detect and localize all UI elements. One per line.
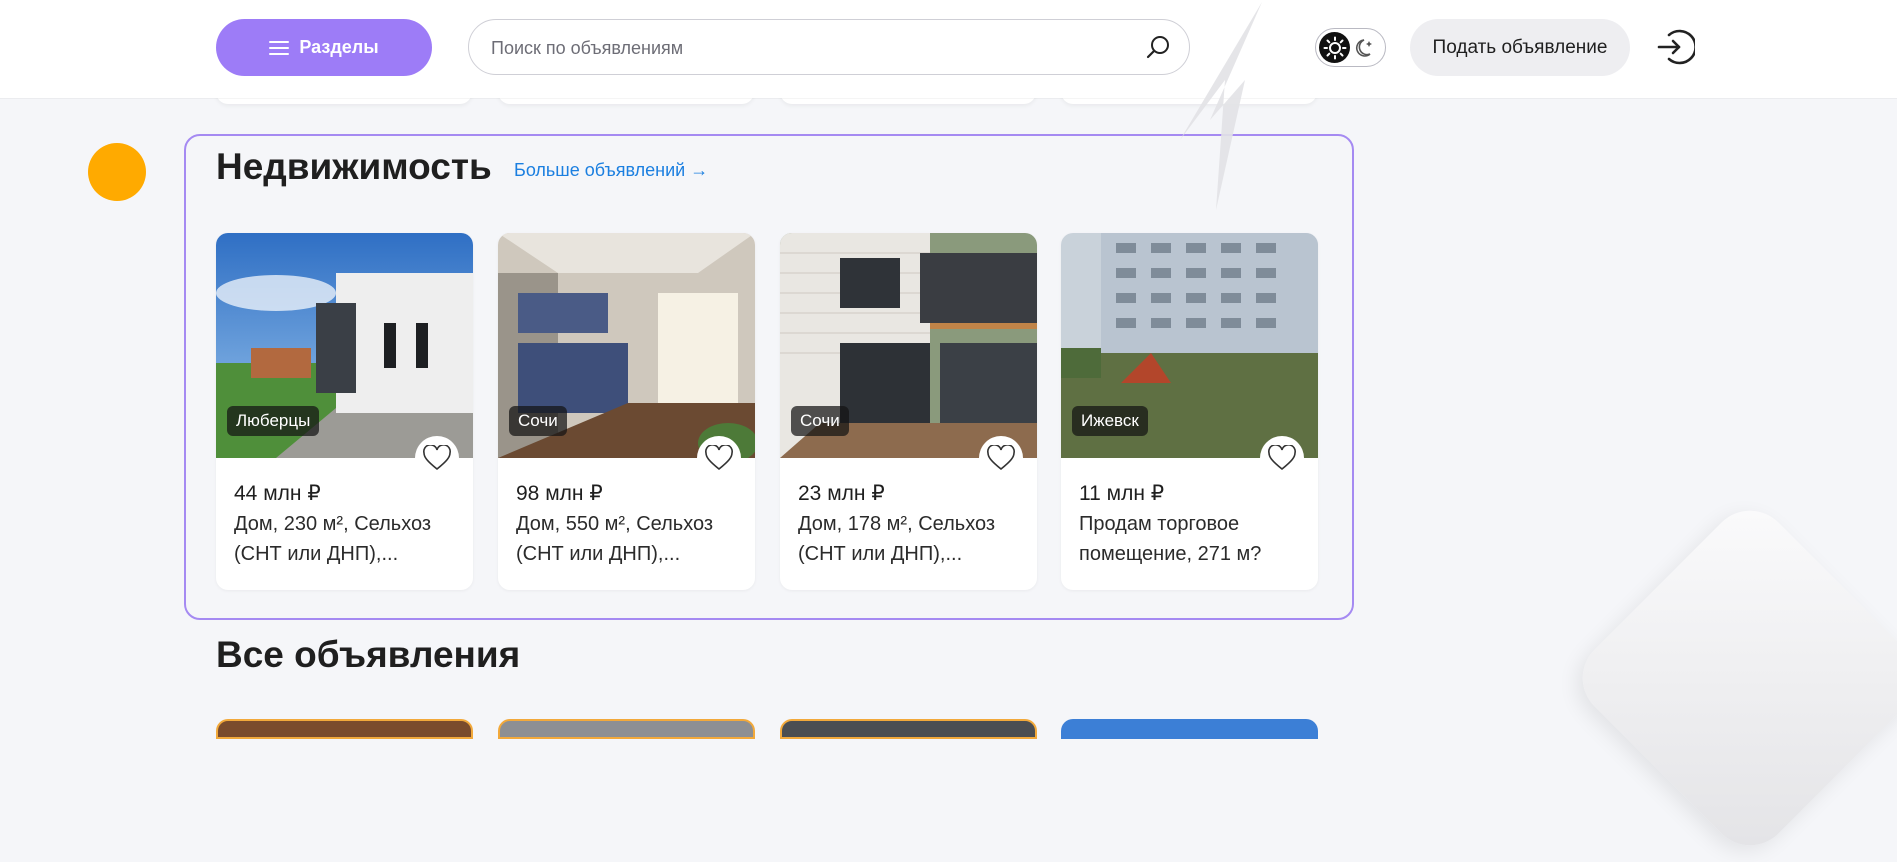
heart-icon[interactable] — [415, 436, 459, 480]
heart-icon[interactable] — [1260, 436, 1304, 480]
header: Разделы Подать объявление — [0, 0, 1897, 98]
more-ads-link[interactable]: Больше объявлений → — [514, 160, 708, 181]
listing-description: Дом, 550 м², Сельхоз (СНТ или ДНП),... — [516, 513, 714, 565]
heart-icon[interactable] — [979, 436, 1023, 480]
post-ad-button[interactable]: Подать объявление — [1410, 19, 1630, 76]
listing-description: Продам торговое помещение, 271 м? — [1079, 513, 1262, 565]
sun-icon — [1319, 32, 1350, 63]
all-ads-title: Все объявления — [216, 634, 521, 675]
listing-price: 23 млн ₽ — [798, 482, 885, 505]
section-title: Недвижимость — [216, 146, 492, 187]
listing-description: Дом, 178 м², Сельхоз (СНТ или ДНП),... — [798, 513, 996, 565]
listing-price: 98 млн ₽ — [516, 482, 603, 505]
listing-card[interactable]: Люберцы 44 млн ₽ Дом, 230 м², Сельхоз (С… — [216, 233, 473, 590]
login-icon[interactable] — [1655, 27, 1695, 67]
listing-card[interactable]: Сочи 23 млн ₽ Дом, 178 м², Сельхоз (СНТ … — [780, 233, 1037, 590]
listing-price: 11 млн ₽ — [1079, 482, 1165, 505]
heart-icon[interactable] — [697, 436, 741, 480]
listing-description: Дом, 230 м², Сельхоз (СНТ или ДНП),... — [234, 513, 432, 565]
decor-shape — [1566, 494, 1897, 862]
decor-dot — [88, 143, 146, 201]
city-badge: Сочи — [509, 406, 567, 436]
menu-icon — [269, 40, 290, 55]
listing-card[interactable] — [498, 719, 755, 739]
city-badge: Люберцы — [227, 406, 320, 436]
decor-bolt — [1180, 2, 1262, 210]
city-badge: Сочи — [791, 406, 849, 436]
listing-card[interactable]: Ижевск 11 млн ₽ Продам торговое помещени… — [1061, 233, 1318, 590]
search-icon[interactable] — [1145, 34, 1171, 60]
theme-toggle[interactable] — [1315, 28, 1386, 67]
moon-icon — [1355, 39, 1372, 57]
listing-card[interactable] — [780, 719, 1037, 739]
search-input[interactable] — [489, 20, 1133, 76]
city-badge: Ижевск — [1072, 406, 1148, 436]
listing-price: 44 млн ₽ — [234, 482, 321, 505]
sections-label: Разделы — [299, 37, 379, 57]
listing-card[interactable] — [216, 719, 473, 739]
sections-button[interactable]: Разделы — [216, 19, 432, 76]
listing-card[interactable] — [1061, 719, 1318, 739]
listing-card[interactable]: Сочи 98 млн ₽ Дом, 550 м², Сельхоз (СНТ … — [498, 233, 755, 590]
search-bar — [468, 19, 1190, 76]
post-ad-label: Подать объявление — [1432, 36, 1608, 58]
